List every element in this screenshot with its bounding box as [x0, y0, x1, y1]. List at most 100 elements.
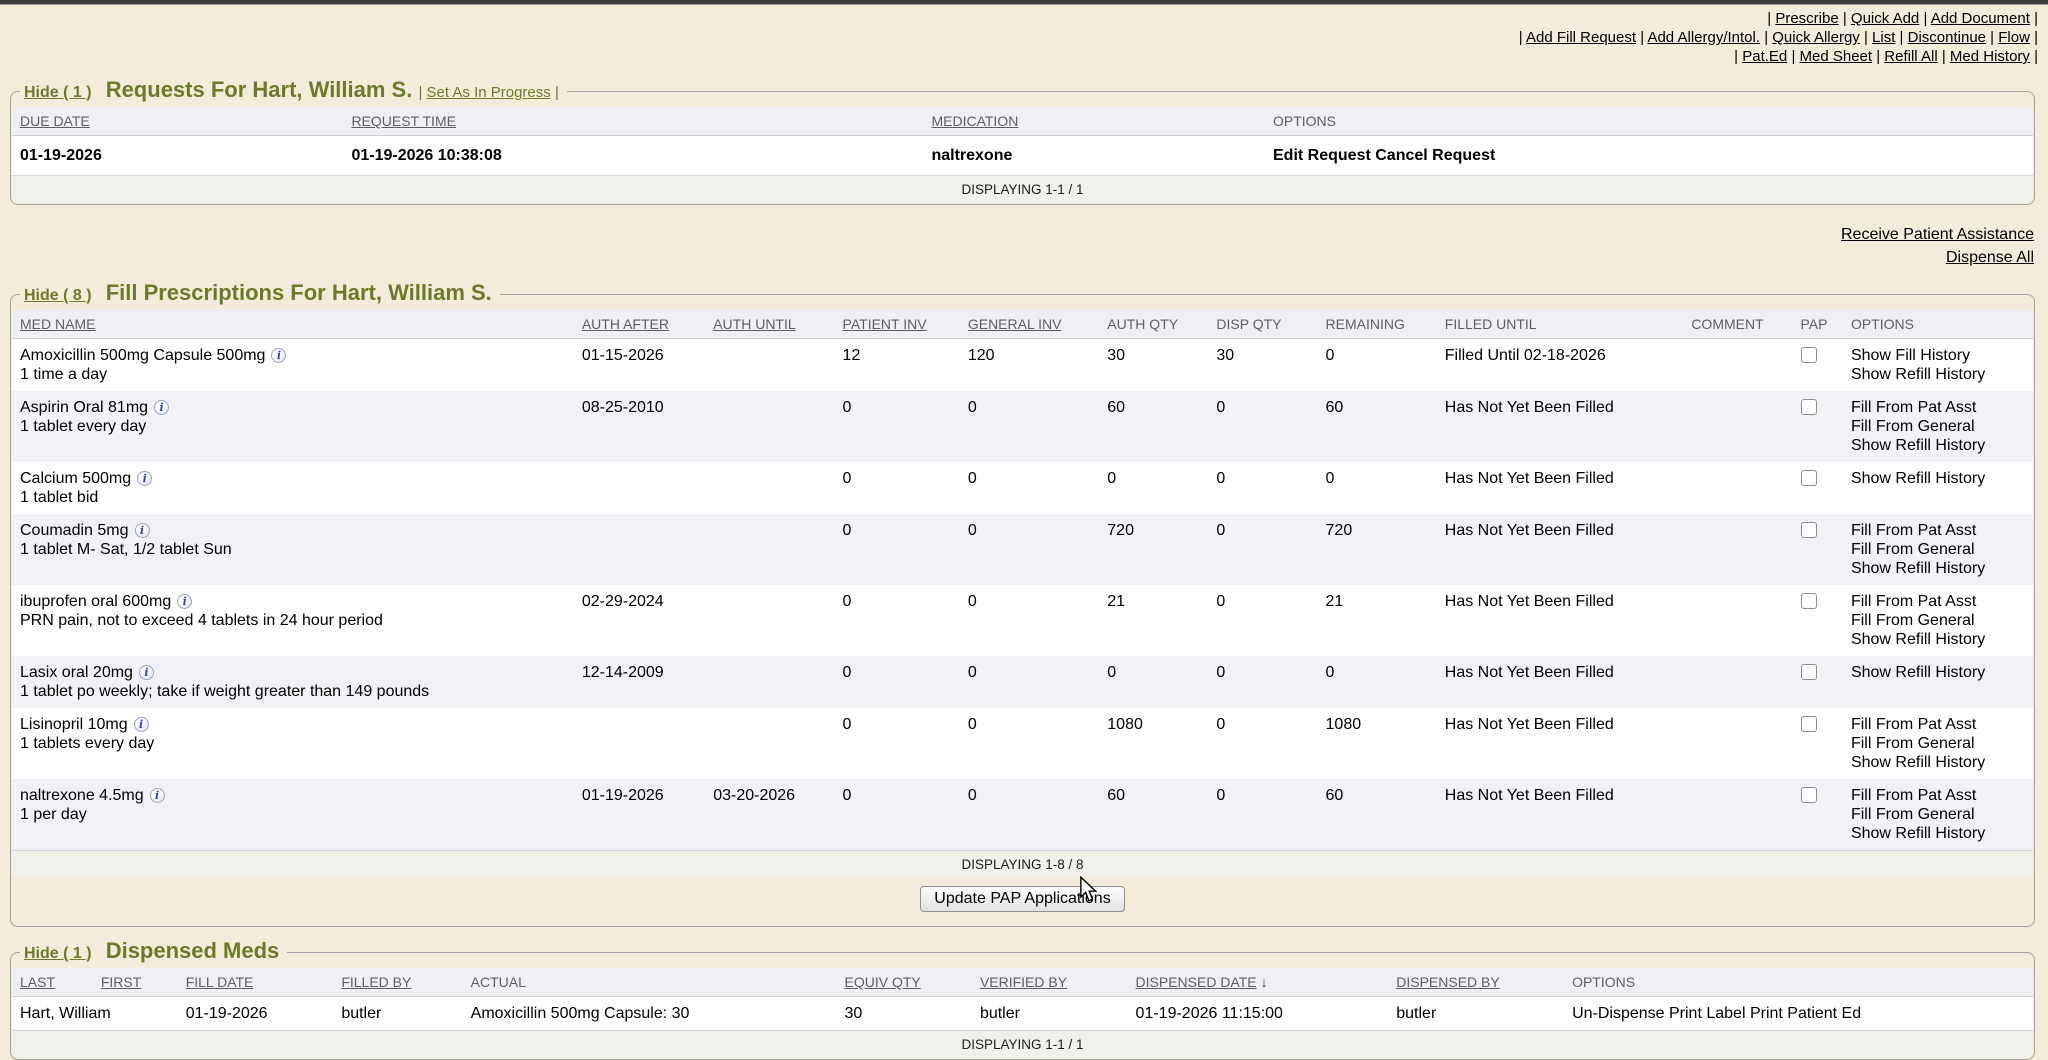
separator-pipe: | — [2030, 10, 2038, 27]
add-allergy-intol-link[interactable]: Add Allergy/Intol. — [1647, 29, 1760, 46]
col-header-equiv_qty[interactable]: EQUIV QTY — [837, 968, 972, 997]
pap-checkbox[interactable] — [1801, 593, 1817, 609]
med-info-icon[interactable]: i — [139, 665, 154, 680]
auth-after-cell: 08-25-2010 — [574, 391, 705, 462]
show-fill-history-link[interactable]: Show Fill History — [1851, 346, 2025, 365]
fill-table-wrap: MED NAMEAUTH AFTERAUTH UNTILPATIENT INVG… — [12, 310, 2033, 878]
fill-from-pat-asst-link[interactable]: Fill From Pat Asst — [1851, 592, 2025, 611]
med-name-cell: ibuprofen oral 600mgiPRN pain, not to ex… — [12, 585, 574, 656]
pap-checkbox[interactable] — [1801, 522, 1817, 538]
discontinue-link[interactable]: Discontinue — [1908, 29, 1986, 46]
col-header-due_date[interactable]: DUE DATE — [12, 107, 343, 136]
show-refill-history-link[interactable]: Show Refill History — [1851, 663, 2025, 682]
med-info-icon[interactable]: i — [150, 788, 165, 803]
prescribe-link[interactable]: Prescribe — [1775, 10, 1838, 27]
show-refill-history-link[interactable]: Show Refill History — [1851, 753, 2025, 772]
quick-allergy-link[interactable]: Quick Allergy — [1772, 29, 1860, 46]
auth-until-cell — [705, 391, 834, 462]
un-dispense-link[interactable]: Un-Dispense — [1572, 1005, 1664, 1022]
list-link[interactable]: List — [1872, 29, 1895, 46]
show-refill-history-link[interactable]: Show Refill History — [1851, 436, 2025, 455]
filled-by-cell: butler — [333, 997, 462, 1031]
med-sheet-link[interactable]: Med Sheet — [1800, 48, 1873, 65]
add-fill-request-link[interactable]: Add Fill Request — [1526, 29, 1636, 46]
requests-hide-link[interactable]: Hide ( 1 ) — [24, 84, 92, 101]
add-document-link[interactable]: Add Document — [1931, 10, 2030, 27]
dispensed-hide-link[interactable]: Hide ( 1 ) — [24, 945, 92, 962]
fill-hide-link[interactable]: Hide ( 8 ) — [24, 287, 92, 304]
auth-qty-cell: 30 — [1099, 339, 1208, 392]
edit-request-link[interactable]: Edit Request — [1273, 147, 1371, 164]
disp-qty-cell: 0 — [1208, 585, 1317, 656]
show-refill-history-link[interactable]: Show Refill History — [1851, 469, 2025, 488]
sig-text: 1 tablet every day — [20, 417, 566, 436]
col-header-dispensed_by[interactable]: DISPENSED BY — [1388, 968, 1564, 997]
fill-from-general-link[interactable]: Fill From General — [1851, 734, 2025, 753]
flow-link[interactable]: Flow — [1998, 29, 2030, 46]
fill-from-general-link[interactable]: Fill From General — [1851, 611, 2025, 630]
col-header-dispensed_date[interactable]: DISPENSED DATE↓ — [1128, 968, 1389, 997]
col-header-first[interactable]: FIRST — [93, 968, 178, 997]
col-header-filled_until: FILLED UNTIL — [1437, 310, 1684, 339]
med-info-icon[interactable]: i — [154, 400, 169, 415]
pap-checkbox[interactable] — [1801, 787, 1817, 803]
col-header-fill_date[interactable]: FILL DATE — [178, 968, 334, 997]
fill-from-pat-asst-link[interactable]: Fill From Pat Asst — [1851, 715, 2025, 734]
refill-all-link[interactable]: Refill All — [1884, 48, 1937, 65]
med-name: naltrexone 4.5mg — [20, 787, 144, 804]
med-name-cell: Aspirin Oral 81mgi1 tablet every day — [12, 391, 574, 462]
col-header-medication[interactable]: MEDICATION — [923, 107, 1265, 136]
remaining-cell: 60 — [1318, 779, 1437, 851]
set-as-in-progress-link[interactable]: Set As In Progress — [427, 84, 551, 101]
col-header-last[interactable]: LAST — [12, 968, 93, 997]
show-refill-history-link[interactable]: Show Refill History — [1851, 559, 2025, 578]
pap-checkbox[interactable] — [1801, 399, 1817, 415]
auth-after-cell: 01-19-2026 — [574, 779, 705, 851]
fill-from-general-link[interactable]: Fill From General — [1851, 540, 2025, 559]
col-header-auth_until[interactable]: AUTH UNTIL — [705, 310, 834, 339]
dispense-all-link[interactable]: Dispense All — [1946, 249, 2034, 266]
general-inv-cell: 0 — [960, 391, 1099, 462]
med-info-icon[interactable]: i — [271, 348, 286, 363]
show-refill-history-link[interactable]: Show Refill History — [1851, 824, 2025, 843]
col-header-auth_after[interactable]: AUTH AFTER — [574, 310, 705, 339]
med-history-link[interactable]: Med History — [1950, 48, 2030, 65]
pat-ed-link[interactable]: Pat.Ed — [1742, 48, 1787, 65]
cancel-request-link[interactable]: Cancel Request — [1375, 147, 1495, 164]
col-header-general_inv[interactable]: GENERAL INV — [960, 310, 1099, 339]
filled-until-cell: Has Not Yet Been Filled — [1437, 585, 1684, 656]
med-info-icon[interactable]: i — [137, 471, 152, 486]
col-header-comment: COMMENT — [1683, 310, 1792, 339]
auth-after-cell — [574, 462, 705, 514]
col-header-request_time[interactable]: REQUEST TIME — [343, 107, 923, 136]
pap-checkbox[interactable] — [1801, 716, 1817, 732]
col-header-verified_by[interactable]: VERIFIED BY — [972, 968, 1128, 997]
separator-pipe: | — [2030, 48, 2038, 65]
show-refill-history-link[interactable]: Show Refill History — [1851, 365, 2025, 384]
fill-from-general-link[interactable]: Fill From General — [1851, 417, 2025, 436]
col-header-med[interactable]: MED NAME — [12, 310, 574, 339]
show-refill-history-link[interactable]: Show Refill History — [1851, 630, 2025, 649]
receive-patient-assistance-link[interactable]: Receive Patient Assistance — [1841, 226, 2034, 243]
fill-from-general-link[interactable]: Fill From General — [1851, 805, 2025, 824]
col-header-patient_inv[interactable]: PATIENT INV — [835, 310, 960, 339]
disp-qty-cell: 0 — [1208, 779, 1317, 851]
print-patient-ed-link[interactable]: Print Patient Ed — [1750, 1005, 1861, 1022]
pap-checkbox[interactable] — [1801, 347, 1817, 363]
pap-checkbox[interactable] — [1801, 470, 1817, 486]
col-header-filled_by[interactable]: FILLED BY — [333, 968, 462, 997]
dispensed-date-cell: 01-19-2026 11:15:00 — [1128, 997, 1389, 1031]
fill-from-pat-asst-link[interactable]: Fill From Pat Asst — [1851, 521, 2025, 540]
pap-cell — [1792, 339, 1843, 392]
filled-until-cell: Has Not Yet Been Filled — [1437, 779, 1684, 851]
pap-checkbox[interactable] — [1801, 664, 1817, 680]
quick-add-link[interactable]: Quick Add — [1851, 10, 1919, 27]
med-info-icon[interactable]: i — [177, 594, 192, 609]
fill-options-cell: Show Refill History — [1843, 462, 2033, 514]
print-label-link[interactable]: Print Label — [1669, 1005, 1746, 1022]
med-info-icon[interactable]: i — [135, 523, 150, 538]
fill-from-pat-asst-link[interactable]: Fill From Pat Asst — [1851, 398, 2025, 417]
quick-links-row: | Pat.Ed | Med Sheet | Refill All | Med … — [0, 47, 2038, 66]
med-info-icon[interactable]: i — [134, 717, 149, 732]
fill-from-pat-asst-link[interactable]: Fill From Pat Asst — [1851, 786, 2025, 805]
